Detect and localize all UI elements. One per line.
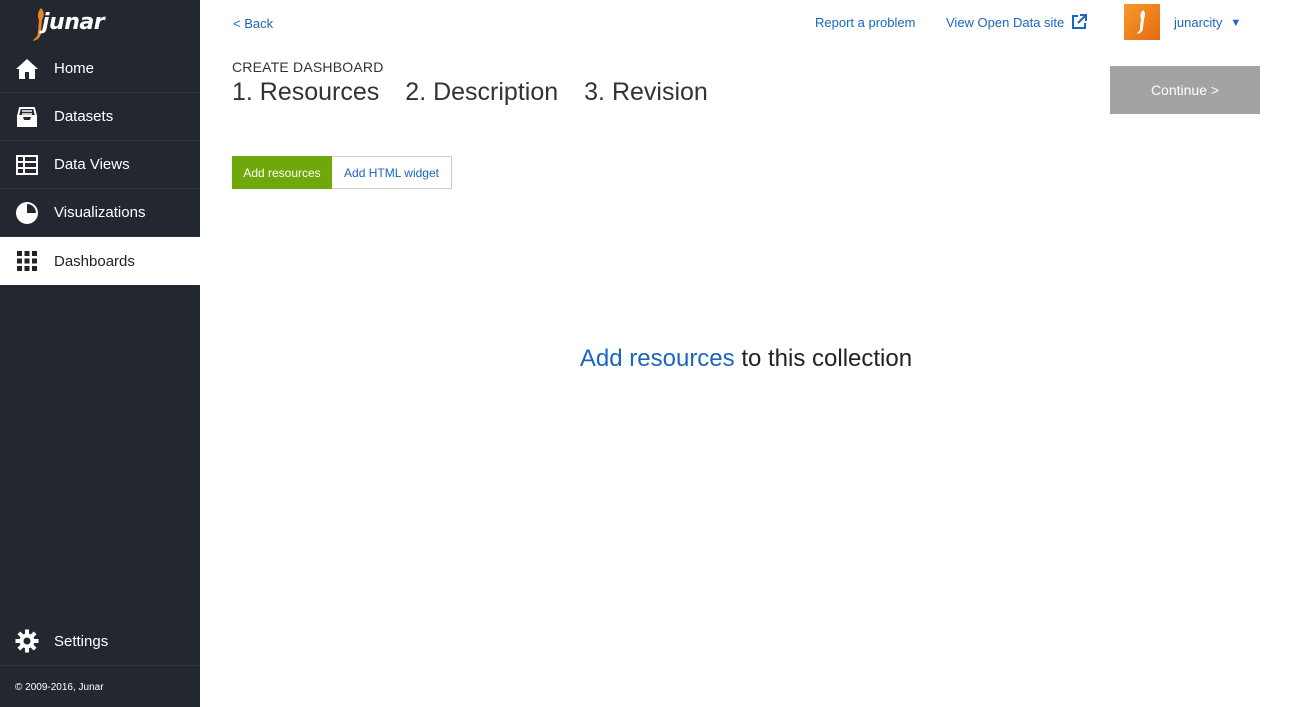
view-open-data-link[interactable]: View Open Data site [946,14,1088,30]
step-revision[interactable]: 3. Revision [584,78,708,107]
empty-state-message: Add resources to this collection [200,345,1292,373]
gear-icon [0,629,54,653]
sidebar-item-data-views[interactable]: Data Views [0,141,200,189]
avatar[interactable] [1124,4,1160,40]
add-html-widget-button[interactable]: Add HTML widget [332,156,452,189]
junar-logo[interactable]: junar [16,4,105,42]
sidebar-item-datasets[interactable]: Datasets [0,93,200,141]
sidebar-item-label: Home [54,60,95,77]
wizard-steps: 1. Resources 2. Description 3. Revision [232,78,734,107]
sidebar: junar Home Datasets Data Views Visualiza… [0,0,200,707]
grid-icon [0,251,54,271]
sidebar-item-settings[interactable]: Settings [0,617,200,666]
pie-chart-icon [0,201,54,225]
junar-flame-icon [1137,10,1145,34]
sidebar-nav: Home Datasets Data Views Visualizations … [0,45,200,285]
sidebar-item-dashboards[interactable]: Dashboards [0,237,200,285]
username: junarcity [1174,15,1223,30]
continue-button[interactable]: Continue > [1110,66,1260,114]
report-problem-link[interactable]: Report a problem [815,15,915,30]
sidebar-item-label: Datasets [54,108,114,125]
add-resources-button[interactable]: Add resources [232,156,332,189]
copyright-text: © 2009-2016, Junar [15,682,104,693]
sidebar-item-label: Dashboards [54,252,135,270]
sidebar-item-label: Visualizations [54,204,146,221]
resource-tabs: Add resources Add HTML widget [232,156,452,189]
empty-state-text: to this collection [734,345,913,372]
sidebar-item-label: Data Views [54,156,130,173]
home-icon [0,58,54,80]
step-resources[interactable]: 1. Resources [232,78,379,107]
user-menu[interactable]: junarcity ▼ [1174,15,1241,30]
caret-down-icon: ▼ [1230,16,1242,29]
logo-text: junar [42,10,105,35]
table-icon [0,154,54,175]
view-open-data-label: View Open Data site [946,14,1065,30]
section-label: CREATE DASHBOARD [232,59,384,75]
step-description[interactable]: 2. Description [405,78,558,107]
settings-label: Settings [54,632,109,650]
external-link-icon [1072,14,1088,29]
add-resources-link[interactable]: Add resources [580,345,735,372]
back-link[interactable]: < Back [233,16,273,31]
sidebar-item-home[interactable]: Home [0,45,200,93]
sidebar-item-visualizations[interactable]: Visualizations [0,189,200,237]
inbox-icon [0,106,54,128]
